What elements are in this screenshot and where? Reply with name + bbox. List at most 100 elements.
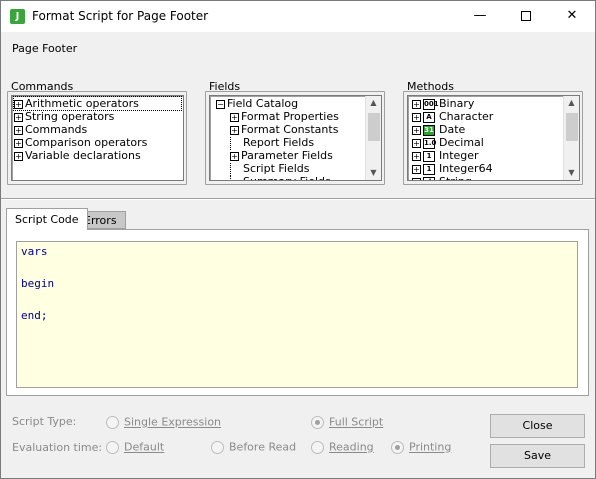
expand-icon[interactable]: + [14, 138, 23, 148]
expand-icon[interactable]: + [230, 112, 239, 122]
scroll-down-icon[interactable]: ▼ [564, 166, 579, 180]
maximize-button[interactable] [503, 1, 549, 32]
method-item-row[interactable]: +001Binary [410, 97, 577, 110]
date-icon: 31 [423, 124, 435, 136]
methods-tree[interactable]: +001Binary + A Character +31 Date +1.0 Decimal +… [407, 95, 580, 181]
close-button[interactable]: Close [490, 414, 585, 438]
method-item-row[interactable]: +ab String [410, 175, 577, 180]
splitter[interactable] [1, 198, 595, 200]
default-radio[interactable]: Default [106, 440, 164, 454]
method-item-row[interactable]: +1 Integer64 [410, 162, 577, 175]
minimize-icon: — [473, 8, 487, 23]
tab-panel: vars begin end; [6, 229, 589, 396]
script-tabs: Script Code Errors vars begin end; [6, 208, 589, 396]
method-item-label: Decimal [439, 136, 484, 149]
field-item-row[interactable]: Script Fields [212, 162, 379, 176]
expand-icon[interactable]: + [412, 164, 421, 174]
code-line: begin [21, 277, 55, 290]
minimize-button[interactable]: — [457, 1, 503, 32]
radio-icon [106, 415, 119, 429]
expand-icon[interactable]: + [230, 151, 239, 161]
expand-icon[interactable]: + [14, 99, 23, 109]
full-script-label: Full Script [329, 415, 384, 429]
fields-tree[interactable]: − Field Catalog + Format Properties + Format… [209, 95, 382, 181]
command-item-row[interactable]: + Comparison operators [14, 136, 181, 149]
radio-icon [211, 440, 224, 454]
scroll-thumb[interactable] [566, 113, 578, 141]
scroll-thumb[interactable] [368, 113, 380, 141]
close-window-button[interactable]: ✕ [549, 1, 595, 32]
fields-scrollbar[interactable]: ▲ ▼ [365, 96, 381, 180]
method-item-row[interactable]: +1 Integer [410, 149, 577, 162]
tree-line [230, 136, 243, 150]
single-expression-radio[interactable]: Single Expression [106, 415, 221, 429]
command-item-label: Commands [25, 123, 88, 136]
scroll-down-icon[interactable]: ▼ [366, 166, 381, 180]
method-item-label: Date [439, 123, 466, 136]
field-item-label: Summary Fields [243, 175, 331, 180]
scroll-up-icon[interactable]: ▲ [366, 96, 381, 110]
field-item-label: Report Fields [243, 136, 315, 149]
reading-radio[interactable]: Reading [311, 440, 374, 454]
integer64-icon: 1 [423, 163, 435, 175]
expand-icon[interactable]: + [412, 138, 421, 148]
tab-script-code[interactable]: Script Code [6, 208, 88, 230]
single-expression-label: Single Expression [124, 415, 222, 429]
context-label: Page Footer [12, 42, 78, 55]
default-label: Default [124, 440, 165, 454]
method-item-row[interactable]: +1.0 Decimal [410, 136, 577, 149]
command-item-label: String operators [25, 110, 115, 123]
save-button[interactable]: Save [490, 444, 585, 468]
dialog-window: J Format Script for Page Footer — ✕ Page… [0, 0, 596, 479]
commands-tree[interactable]: + Arithmetic operators + String operators + C… [11, 95, 184, 181]
expand-icon[interactable]: + [412, 125, 421, 135]
expand-icon[interactable]: + [412, 99, 421, 109]
expand-icon[interactable]: + [14, 151, 23, 161]
code-line: vars [21, 245, 48, 258]
expand-icon[interactable]: + [14, 125, 23, 135]
before-read-label: Before Read [229, 440, 297, 454]
field-item-row[interactable]: Summary Fields [212, 175, 379, 180]
method-item-label: Integer [439, 149, 479, 162]
fields-list: − Field Catalog + Format Properties + Format… [210, 96, 381, 180]
method-item-label: Character [439, 110, 494, 123]
expand-icon[interactable]: + [412, 112, 421, 122]
reading-label: Reading [329, 440, 374, 454]
command-item-row[interactable]: + Variable declarations [14, 149, 181, 162]
command-item-row[interactable]: + Arithmetic operators [13, 96, 182, 111]
fields-children: + Format Properties + Format Constants Repor… [212, 110, 379, 180]
close-icon: ✕ [566, 8, 578, 23]
method-item-row[interactable]: +31 Date [410, 123, 577, 136]
command-item-row[interactable]: + String operators [14, 110, 181, 123]
field-root-row[interactable]: − Field Catalog [212, 97, 379, 110]
scroll-up-icon[interactable]: ▲ [564, 96, 579, 110]
expand-icon[interactable]: + [412, 177, 421, 180]
code-line: end; [21, 309, 48, 322]
field-item-row[interactable]: + Format Constants [212, 123, 379, 136]
field-item-row[interactable]: + Format Properties [212, 110, 379, 123]
commands-list: + Arithmetic operators + String operators + C… [12, 96, 183, 163]
decimal-icon: 1.0 [423, 137, 437, 149]
title-bar[interactable]: J Format Script for Page Footer — ✕ [1, 1, 595, 32]
field-item-row[interactable]: Report Fields [212, 136, 379, 150]
expand-icon[interactable]: + [14, 112, 23, 122]
method-item-label: String [439, 175, 472, 180]
method-item-row[interactable]: + A Character [410, 110, 577, 123]
binary-icon: 001 [423, 98, 439, 110]
expand-icon[interactable]: + [412, 151, 421, 161]
integer-icon: 1 [423, 150, 435, 162]
before-read-radio[interactable]: Before Read [211, 440, 296, 454]
printing-radio[interactable]: Printing [391, 440, 451, 454]
field-item-label: Format Constants [241, 123, 339, 136]
methods-scrollbar[interactable]: ▲ ▼ [563, 96, 579, 180]
expand-icon[interactable]: + [230, 125, 239, 135]
command-item-row[interactable]: + Commands [14, 123, 181, 136]
full-script-radio[interactable]: Full Script [311, 415, 383, 429]
character-icon: A [423, 111, 435, 123]
field-item-row[interactable]: + Parameter Fields [212, 149, 379, 162]
string-icon: ab [423, 176, 435, 180]
field-root-expander-icon[interactable]: − [216, 99, 225, 109]
app-icon: J [10, 9, 25, 24]
script-editor[interactable]: vars begin end; [16, 241, 578, 388]
